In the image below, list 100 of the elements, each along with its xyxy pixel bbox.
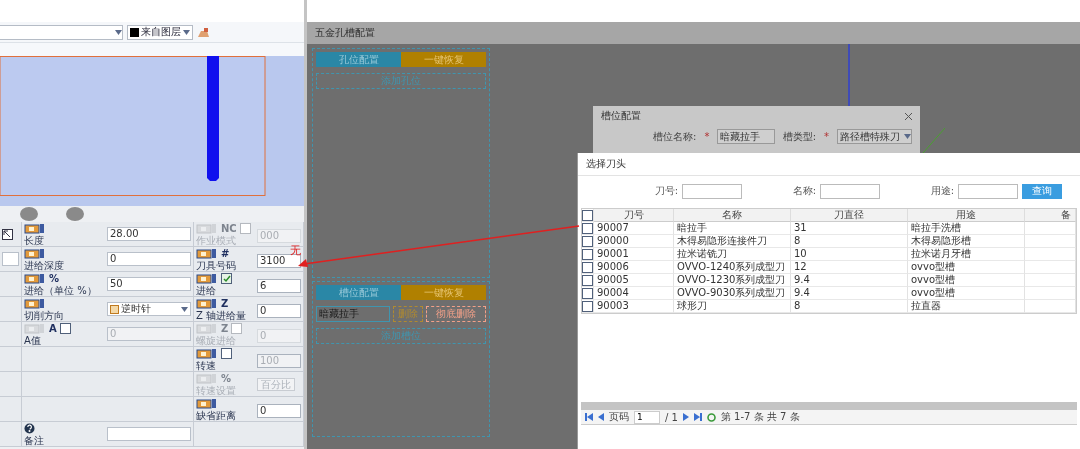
close-icon[interactable] [905, 112, 912, 120]
field-label: 备注 [24, 434, 45, 446]
field-label: 转速 [196, 359, 217, 371]
field-label: 槽位名称: [653, 129, 697, 144]
property-cell [0, 347, 22, 372]
tool-icon [24, 273, 46, 284]
input-field[interactable] [958, 183, 1018, 199]
row-checkbox[interactable] [582, 287, 593, 299]
column-header: 用途 [908, 209, 1025, 222]
column-header: 名称 [674, 209, 791, 222]
scrollbar[interactable] [581, 402, 1077, 410]
filter-label: 刀号: [653, 184, 678, 198]
table-cell: OVVO-1230系列成型刀 [674, 274, 791, 287]
input-field[interactable]: 50 [107, 277, 191, 291]
property-cell [0, 397, 22, 422]
restore-button[interactable]: 一键恢复 [401, 52, 486, 67]
row-checkbox[interactable] [582, 261, 593, 273]
tool-icon [196, 348, 218, 359]
slot-type-select[interactable]: 路径槽特殊刀 [837, 129, 912, 144]
input-field[interactable] [2, 252, 19, 266]
row-checkbox[interactable] [582, 235, 593, 247]
table-cell [1025, 300, 1076, 313]
select-all-checkbox[interactable] [582, 209, 593, 221]
restore-button[interactable]: 一键恢复 [401, 285, 486, 300]
table-cell [1025, 248, 1076, 261]
tool-icon [196, 248, 218, 259]
input-field[interactable]: 6 [257, 279, 301, 293]
table-cell: 90007 [594, 222, 674, 235]
filter-label: 用途: [929, 184, 954, 198]
direction-select[interactable]: 逆时针 [107, 302, 191, 316]
search-button[interactable]: 查询 [1022, 183, 1062, 199]
axis-label: NC [221, 223, 237, 234]
tool-icon [24, 223, 46, 234]
unit-label: Z [221, 298, 229, 309]
table-cell: 木得易隐形槽 [908, 235, 1025, 248]
field-label: A值 [24, 334, 42, 346]
help-icon [24, 423, 35, 434]
table-cell: 拉米诺月牙槽 [908, 248, 1025, 261]
column-header: 刀直径 [791, 209, 908, 222]
table-cell: 90004 [594, 287, 674, 300]
table-cell: 暗拉手 [674, 222, 791, 235]
input-field[interactable]: 暗藏拉手 [717, 129, 775, 144]
caret-icon [183, 29, 190, 35]
table-cell: ovvo型槽 [908, 274, 1025, 287]
caret-icon [115, 29, 122, 35]
page-field[interactable]: 1 [634, 410, 660, 424]
first-page-icon[interactable] [585, 413, 593, 421]
paint-icon[interactable] [197, 26, 210, 38]
input-field[interactable]: 0 [257, 404, 301, 418]
axis-label: A [49, 323, 57, 334]
color-select[interactable]: 来自图层 [127, 24, 193, 40]
input-field[interactable] [107, 427, 191, 441]
caret-icon [181, 306, 188, 312]
drawing-canvas[interactable] [0, 56, 304, 206]
pick-icon[interactable] [2, 228, 13, 240]
row-checkbox[interactable] [582, 274, 593, 286]
tool-icon [24, 323, 46, 334]
filter-label: 名称: [791, 184, 816, 198]
annotation-text: 无 [290, 245, 301, 257]
column-header: 刀号 [594, 209, 674, 222]
purge-button[interactable]: 彻底删除 [426, 306, 486, 322]
tool-icon [196, 373, 218, 384]
row-checkbox[interactable] [582, 222, 593, 234]
table-cell [1025, 235, 1076, 248]
scroll-handle[interactable] [20, 207, 38, 221]
table-cell: 9.4 [791, 274, 908, 287]
next-page-icon[interactable] [682, 413, 689, 421]
field-label: 槽类型: [782, 129, 816, 144]
table-cell: 木得易隐形连接件刀 [674, 235, 791, 248]
prev-page-icon[interactable] [598, 413, 604, 421]
field-label: 长度 [24, 234, 45, 246]
table-cell: 12 [791, 261, 908, 274]
table-cell: 8 [791, 235, 908, 248]
input-field[interactable]: 100 [257, 354, 301, 368]
refresh-icon[interactable] [706, 412, 716, 422]
table-cell: 90005 [594, 274, 674, 287]
last-page-icon[interactable] [693, 413, 702, 421]
table-cell: 90000 [594, 235, 674, 248]
input-field[interactable] [682, 183, 742, 199]
row-checkbox[interactable] [582, 248, 593, 260]
checkbox[interactable] [221, 273, 232, 284]
field-label: 进给（单位 %） [24, 284, 98, 296]
scroll-handle[interactable] [66, 207, 84, 221]
dialog-title: 选择刀头 [586, 157, 626, 171]
rotate-icon [110, 304, 119, 314]
input-field[interactable]: 0 [257, 304, 301, 318]
config-button[interactable]: 槽位配置 [316, 285, 401, 300]
table-cell: 拉米诺铣刀 [674, 248, 791, 261]
table-cell: 31 [791, 222, 908, 235]
panel-title: 五金孔槽配置 [307, 22, 1080, 44]
slot-name-field[interactable]: 暗藏拉手 [316, 306, 390, 322]
config-button[interactable]: 孔位配置 [316, 52, 401, 67]
input-field[interactable]: 0 [107, 252, 191, 266]
input-field[interactable] [820, 183, 880, 199]
unit-label: % [221, 373, 232, 384]
row-checkbox[interactable] [582, 300, 593, 312]
input-field[interactable]: 28.00 [107, 227, 191, 241]
axis-label: Z [221, 323, 229, 334]
tool-icon [24, 298, 46, 309]
checkbox[interactable] [221, 348, 232, 359]
